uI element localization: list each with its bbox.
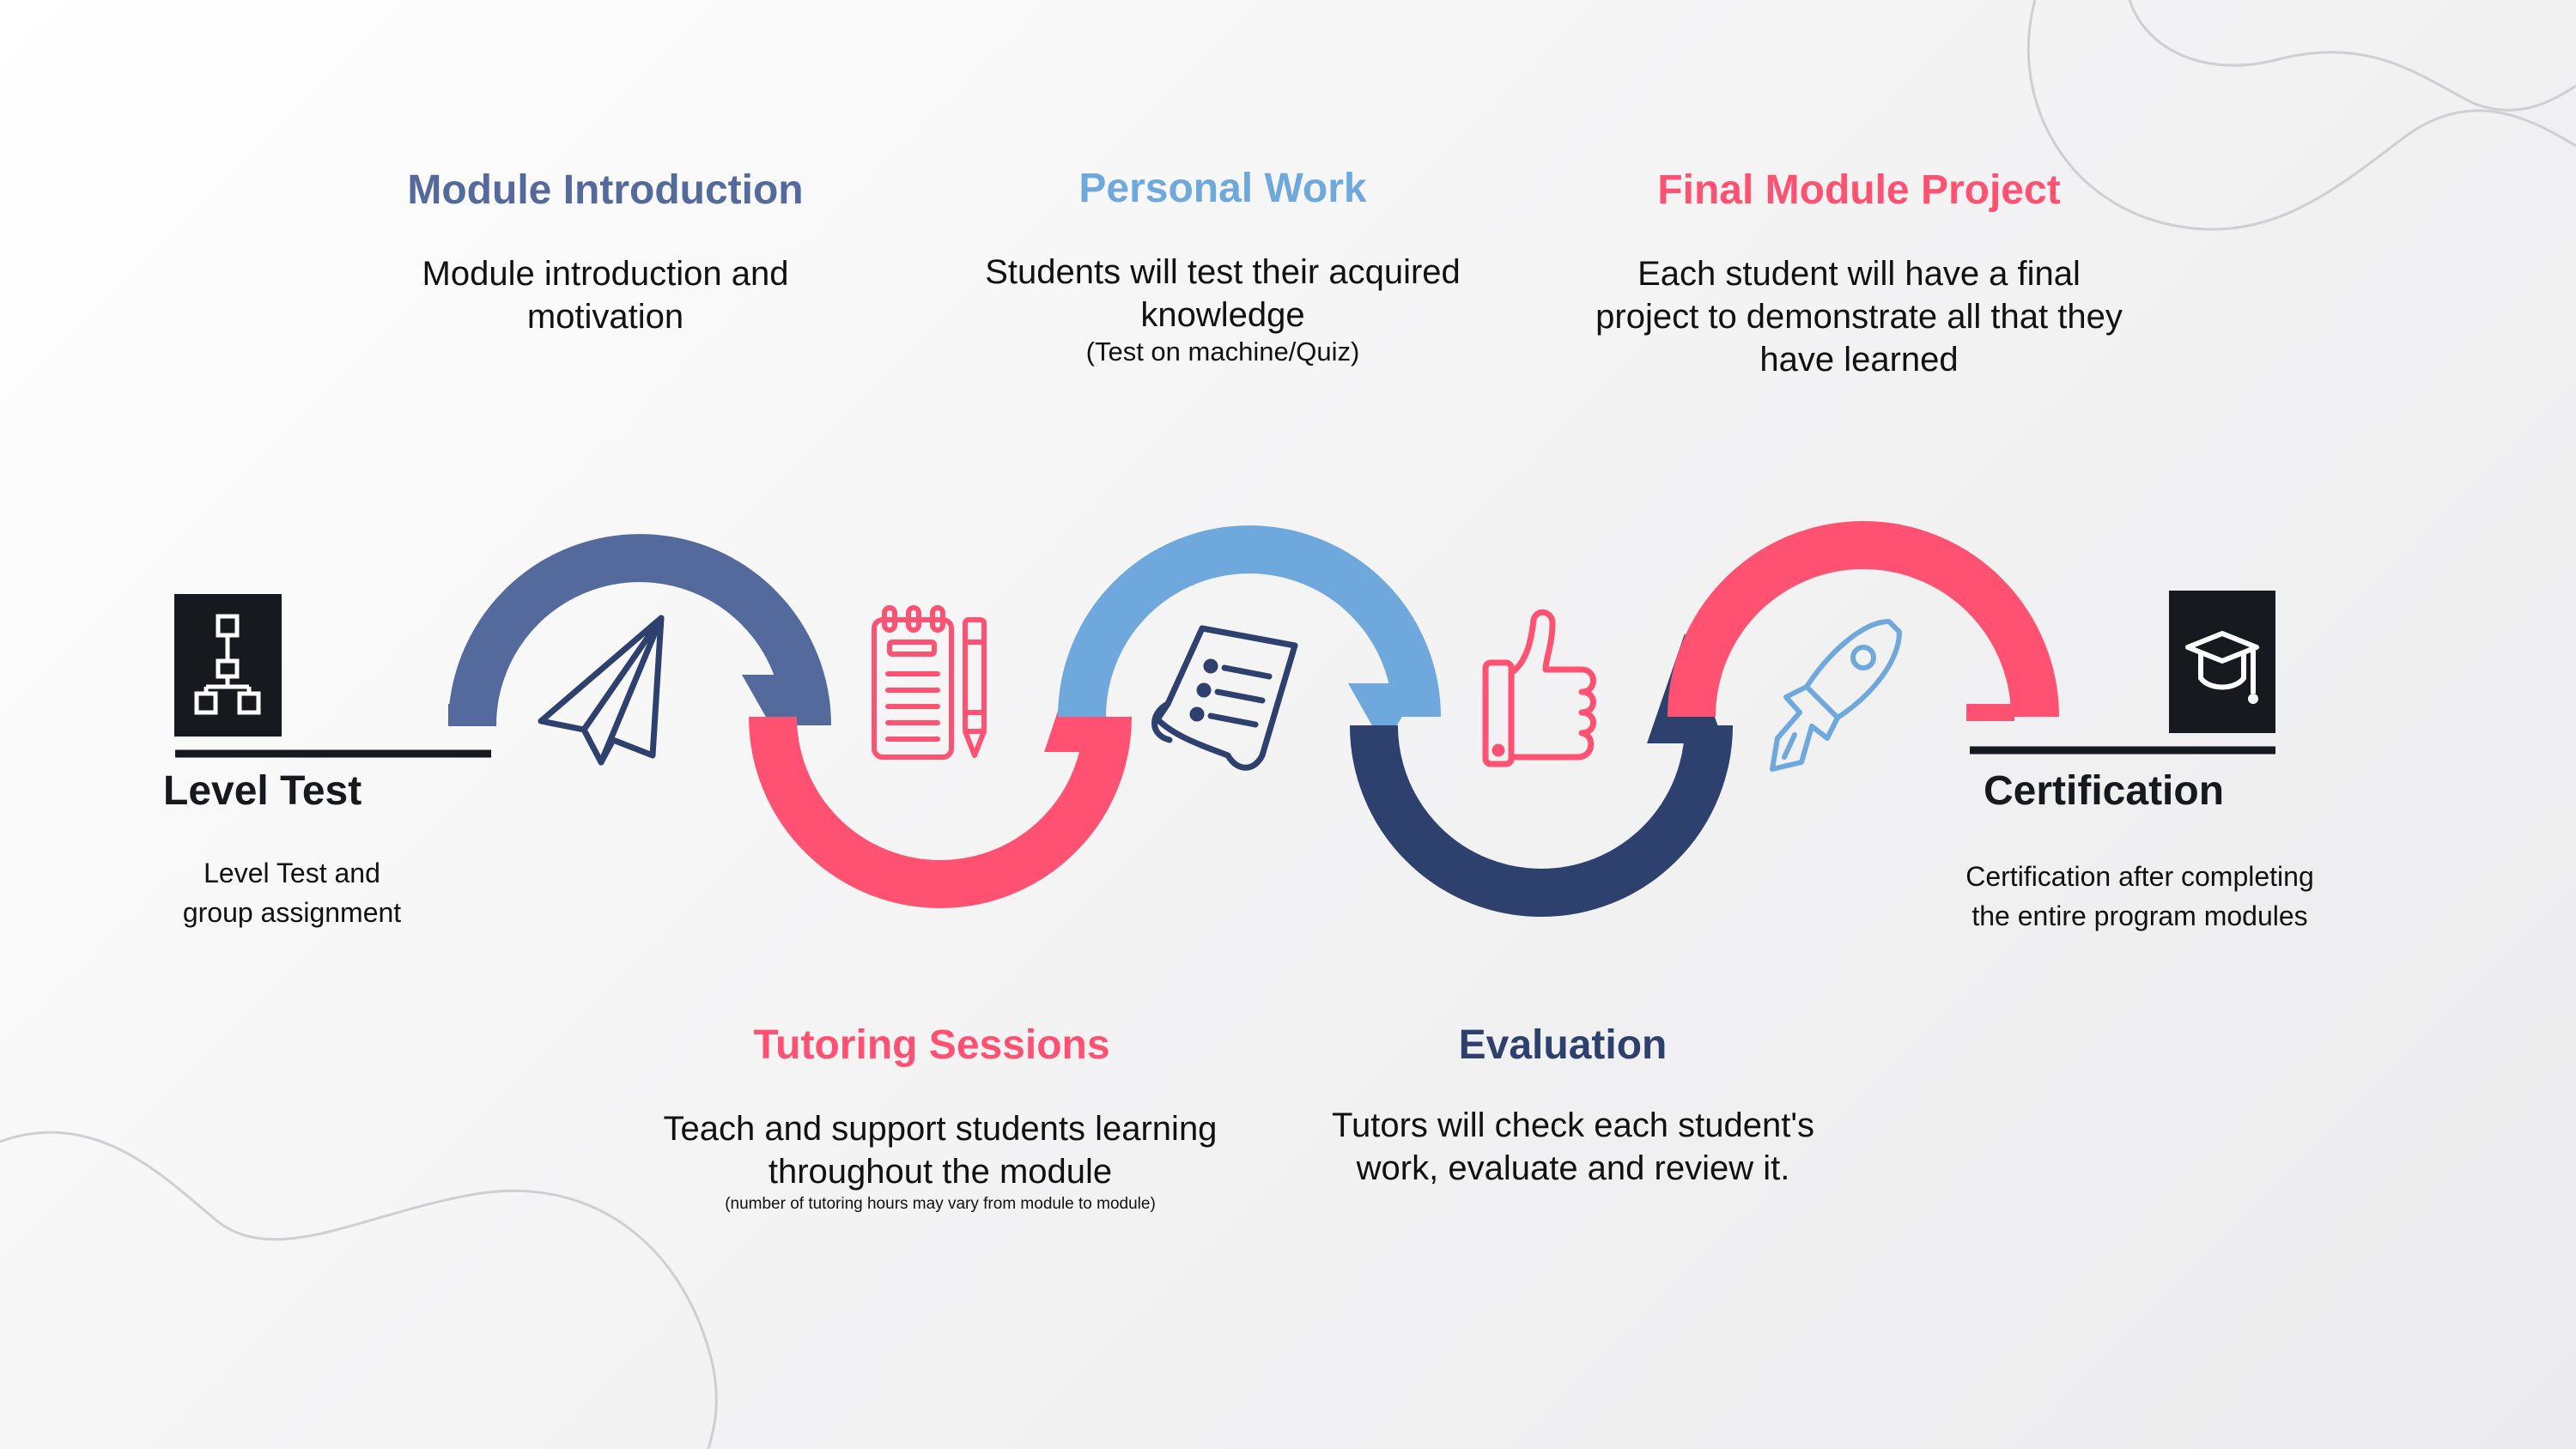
arc-start-cap [448, 704, 496, 726]
final-project-desc-line: project to demonstrate all that they [1595, 298, 2123, 336]
thumbs-up-icon [1482, 609, 1596, 767]
notepad-pen-icon [872, 605, 987, 760]
process-diagram [0, 0, 2576, 1449]
rocket-icon [1770, 619, 1902, 772]
graduation-cap-icon [2169, 591, 2275, 733]
personal-work-desc-line: knowledge [1140, 296, 1305, 334]
level-test-title: Level Test [163, 768, 362, 814]
personal-work-desc: Students will test their acquired knowle… [922, 251, 1523, 336]
certification-desc-line: Certification after completing [1965, 861, 2314, 892]
personal-work-title: Personal Work [1078, 166, 1367, 211]
evaluation-desc-line: work, evaluate and review it. [1356, 1149, 1790, 1187]
module-intro-title: Module Introduction [407, 167, 804, 213]
arc-evaluation [1350, 724, 1733, 917]
certification-desc-line: the entire program modules [1971, 900, 2308, 931]
module-intro-desc-line: Module introduction and [422, 255, 789, 293]
final-project-desc-line: Each student will have a final [1637, 255, 2081, 293]
certification-title: Certification [1984, 768, 2225, 814]
final-project-title: Final Module Project [1657, 167, 2061, 213]
module-intro-desc: Module introduction and motivation [348, 252, 863, 338]
tutoring-desc-line: throughout the module [768, 1153, 1113, 1191]
personal-work-note: (Test on machine/Quiz) [1085, 336, 1360, 367]
evaluation-desc: Tutors will check each student's work, e… [1273, 1104, 1874, 1190]
level-test-desc: Level Test and group assignment [146, 853, 438, 932]
certification-desc: Certification after completing the entir… [1908, 857, 2372, 936]
tutoring-desc-line: Teach and support students learning [663, 1110, 1218, 1148]
tutoring-title: Tutoring Sessions [753, 1022, 1110, 1068]
arc-end-cap [1966, 704, 2014, 721]
final-project-desc-line: have learned [1759, 341, 1959, 379]
tutoring-note: (number of tutoring hours may vary from … [725, 1195, 1156, 1213]
paper-plane-icon [538, 615, 665, 766]
level-test-desc-line: group assignment [182, 897, 402, 928]
hierarchy-icon [174, 594, 282, 737]
personal-work-desc-line: Students will test their acquired [985, 253, 1461, 291]
tutoring-desc: Teach and support students learning thro… [597, 1107, 1284, 1193]
evaluation-title: Evaluation [1458, 1022, 1668, 1068]
module-intro-desc-line: motivation [526, 298, 684, 336]
final-project-desc: Each student will have a final project t… [1558, 252, 2160, 381]
scroll-checklist-icon [1151, 625, 1298, 771]
level-test-desc-line: Level Test and [204, 858, 380, 888]
evaluation-desc-line: Tutors will check each student's [1332, 1106, 1814, 1144]
